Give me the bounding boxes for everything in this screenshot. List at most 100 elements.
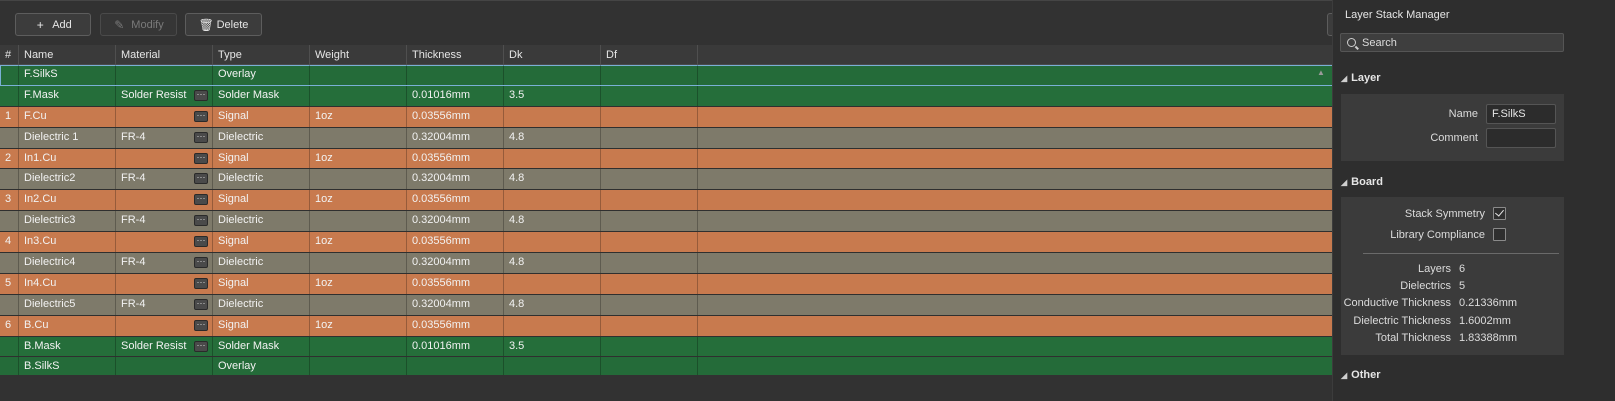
thickness-cell[interactable]: 0.32004mm — [407, 211, 504, 232]
table-row[interactable]: 6 B.Cu ··· Signal 1oz 0.03556mm — [0, 315, 1352, 337]
type-cell[interactable]: Signal — [213, 273, 310, 294]
type-cell[interactable]: Dielectric — [213, 127, 310, 148]
column-header-number[interactable]: # — [0, 45, 19, 65]
column-header-material[interactable]: Material — [116, 45, 213, 65]
thickness-cell[interactable]: 0.32004mm — [407, 294, 504, 315]
thickness-cell[interactable]: 0.03556mm — [407, 315, 504, 336]
stack-symmetry-checkbox[interactable] — [1493, 207, 1506, 220]
add-button[interactable]: + Add — [15, 13, 91, 36]
layer-number-cell[interactable] — [0, 85, 19, 106]
ellipsis-icon[interactable]: ··· — [194, 298, 208, 310]
dk-cell[interactable] — [504, 232, 601, 253]
ellipsis-icon[interactable]: ··· — [194, 89, 208, 101]
layer-name-cell[interactable]: Dielectric4 — [19, 253, 116, 273]
layer-name-cell[interactable]: Dielectric3 — [19, 211, 116, 232]
dk-cell[interactable] — [504, 190, 601, 211]
thickness-cell[interactable]: 0.03556mm — [407, 106, 504, 127]
ellipsis-icon[interactable]: ··· — [194, 257, 208, 269]
weight-cell[interactable] — [310, 253, 407, 273]
thickness-cell[interactable]: 0.01016mm — [407, 85, 504, 106]
material-cell[interactable]: Solder Resist ··· — [116, 85, 213, 106]
type-cell[interactable]: Dielectric — [213, 294, 310, 315]
dk-cell[interactable]: 4.8 — [504, 211, 601, 232]
dk-cell[interactable] — [504, 148, 601, 169]
ellipsis-icon[interactable]: ··· — [194, 277, 208, 289]
type-cell[interactable]: Dielectric — [213, 211, 310, 232]
material-cell[interactable]: FR-4 ··· — [116, 253, 213, 273]
table-row[interactable]: B.Mask Solder Resist ··· Solder Mask 0.01016… — [0, 336, 1352, 358]
df-cell[interactable] — [601, 106, 698, 127]
ellipsis-icon[interactable]: ··· — [194, 110, 208, 122]
scroll-up-arrow-icon[interactable]: ▲ — [1317, 68, 1325, 77]
df-cell[interactable] — [601, 65, 698, 85]
library-compliance-checkbox[interactable] — [1493, 228, 1506, 241]
df-cell[interactable] — [601, 190, 698, 211]
name-input[interactable]: F.SilkS — [1486, 104, 1556, 124]
df-cell[interactable] — [601, 294, 698, 315]
table-row[interactable]: 4 In3.Cu ··· Signal 1oz 0.03556mm — [0, 232, 1352, 254]
layer-name-cell[interactable]: B.Cu — [19, 315, 116, 336]
thickness-cell[interactable]: 0.03556mm — [407, 148, 504, 169]
table-row[interactable]: 1 F.Cu ··· Signal 1oz 0.03556mm — [0, 106, 1352, 128]
type-cell[interactable]: Signal — [213, 232, 310, 253]
layer-number-cell[interactable] — [0, 211, 19, 232]
dk-cell[interactable]: 4.8 — [504, 294, 601, 315]
df-cell[interactable] — [601, 273, 698, 294]
df-cell[interactable] — [601, 211, 698, 232]
layer-name-cell[interactable]: Dielectric 1 — [19, 127, 116, 148]
search-input[interactable]: Search — [1340, 33, 1564, 52]
type-cell[interactable]: Signal — [213, 106, 310, 127]
ellipsis-icon[interactable]: ··· — [194, 215, 208, 227]
df-cell[interactable] — [601, 232, 698, 253]
table-row[interactable]: Dielectric2 FR-4 ··· Dielectric 0.32004mm 4.8 — [0, 169, 1352, 191]
dk-cell[interactable]: 4.8 — [504, 253, 601, 273]
weight-cell[interactable]: 1oz — [310, 106, 407, 127]
layer-number-cell[interactable]: 5 — [0, 273, 19, 294]
material-cell[interactable] — [116, 65, 213, 85]
table-row[interactable]: Dielectric5 FR-4 ··· Dielectric 0.32004mm 4.8 — [0, 294, 1352, 316]
thickness-cell[interactable]: 0.32004mm — [407, 253, 504, 273]
weight-cell[interactable]: 1oz — [310, 190, 407, 211]
layer-number-cell[interactable] — [0, 169, 19, 190]
thickness-cell[interactable]: 0.32004mm — [407, 127, 504, 148]
layer-name-cell[interactable]: Dielectric5 — [19, 294, 116, 315]
df-cell[interactable] — [601, 169, 698, 190]
weight-cell[interactable] — [310, 211, 407, 232]
df-cell[interactable] — [601, 336, 698, 357]
type-cell[interactable]: Signal — [213, 148, 310, 169]
material-cell[interactable]: FR-4 ··· — [116, 169, 213, 190]
table-row[interactable]: F.SilkS Overlay — [0, 65, 1352, 86]
layer-number-cell[interactable]: 2 — [0, 148, 19, 169]
weight-cell[interactable]: 1oz — [310, 315, 407, 336]
layer-number-cell[interactable] — [0, 336, 19, 357]
thickness-cell[interactable]: 0.32004mm — [407, 169, 504, 190]
dk-cell[interactable] — [504, 315, 601, 336]
type-cell[interactable]: Signal — [213, 315, 310, 336]
ellipsis-icon[interactable]: ··· — [194, 173, 208, 185]
type-cell[interactable]: Dielectric — [213, 253, 310, 273]
layer-name-cell[interactable]: In3.Cu — [19, 232, 116, 253]
df-cell[interactable] — [601, 253, 698, 273]
type-cell[interactable]: Solder Mask — [213, 336, 310, 357]
modify-button[interactable]: ✎ Modify — [100, 13, 177, 36]
material-cell[interactable]: FR-4 ··· — [116, 127, 213, 148]
material-cell[interactable]: ··· — [116, 273, 213, 294]
layer-name-cell[interactable]: In1.Cu — [19, 148, 116, 169]
dk-cell[interactable] — [504, 106, 601, 127]
material-cell[interactable]: FR-4 ··· — [116, 211, 213, 232]
layer-name-cell[interactable]: In2.Cu — [19, 190, 116, 211]
ellipsis-icon[interactable]: ··· — [194, 131, 208, 143]
dk-cell[interactable]: 3.5 — [504, 336, 601, 357]
column-header-weight[interactable]: Weight — [310, 45, 407, 65]
weight-cell[interactable] — [310, 127, 407, 148]
thickness-cell[interactable]: 0.03556mm — [407, 232, 504, 253]
column-header-thickness[interactable]: Thickness — [407, 45, 504, 65]
column-header-name[interactable]: Name — [19, 45, 116, 65]
weight-cell[interactable] — [310, 85, 407, 106]
dk-cell[interactable]: 3.5 — [504, 85, 601, 106]
type-cell[interactable]: Solder Mask — [213, 85, 310, 106]
material-cell[interactable]: ··· — [116, 315, 213, 336]
material-cell[interactable]: ··· — [116, 190, 213, 211]
layer-name-cell[interactable]: F.Cu — [19, 106, 116, 127]
weight-cell[interactable]: 1oz — [310, 148, 407, 169]
